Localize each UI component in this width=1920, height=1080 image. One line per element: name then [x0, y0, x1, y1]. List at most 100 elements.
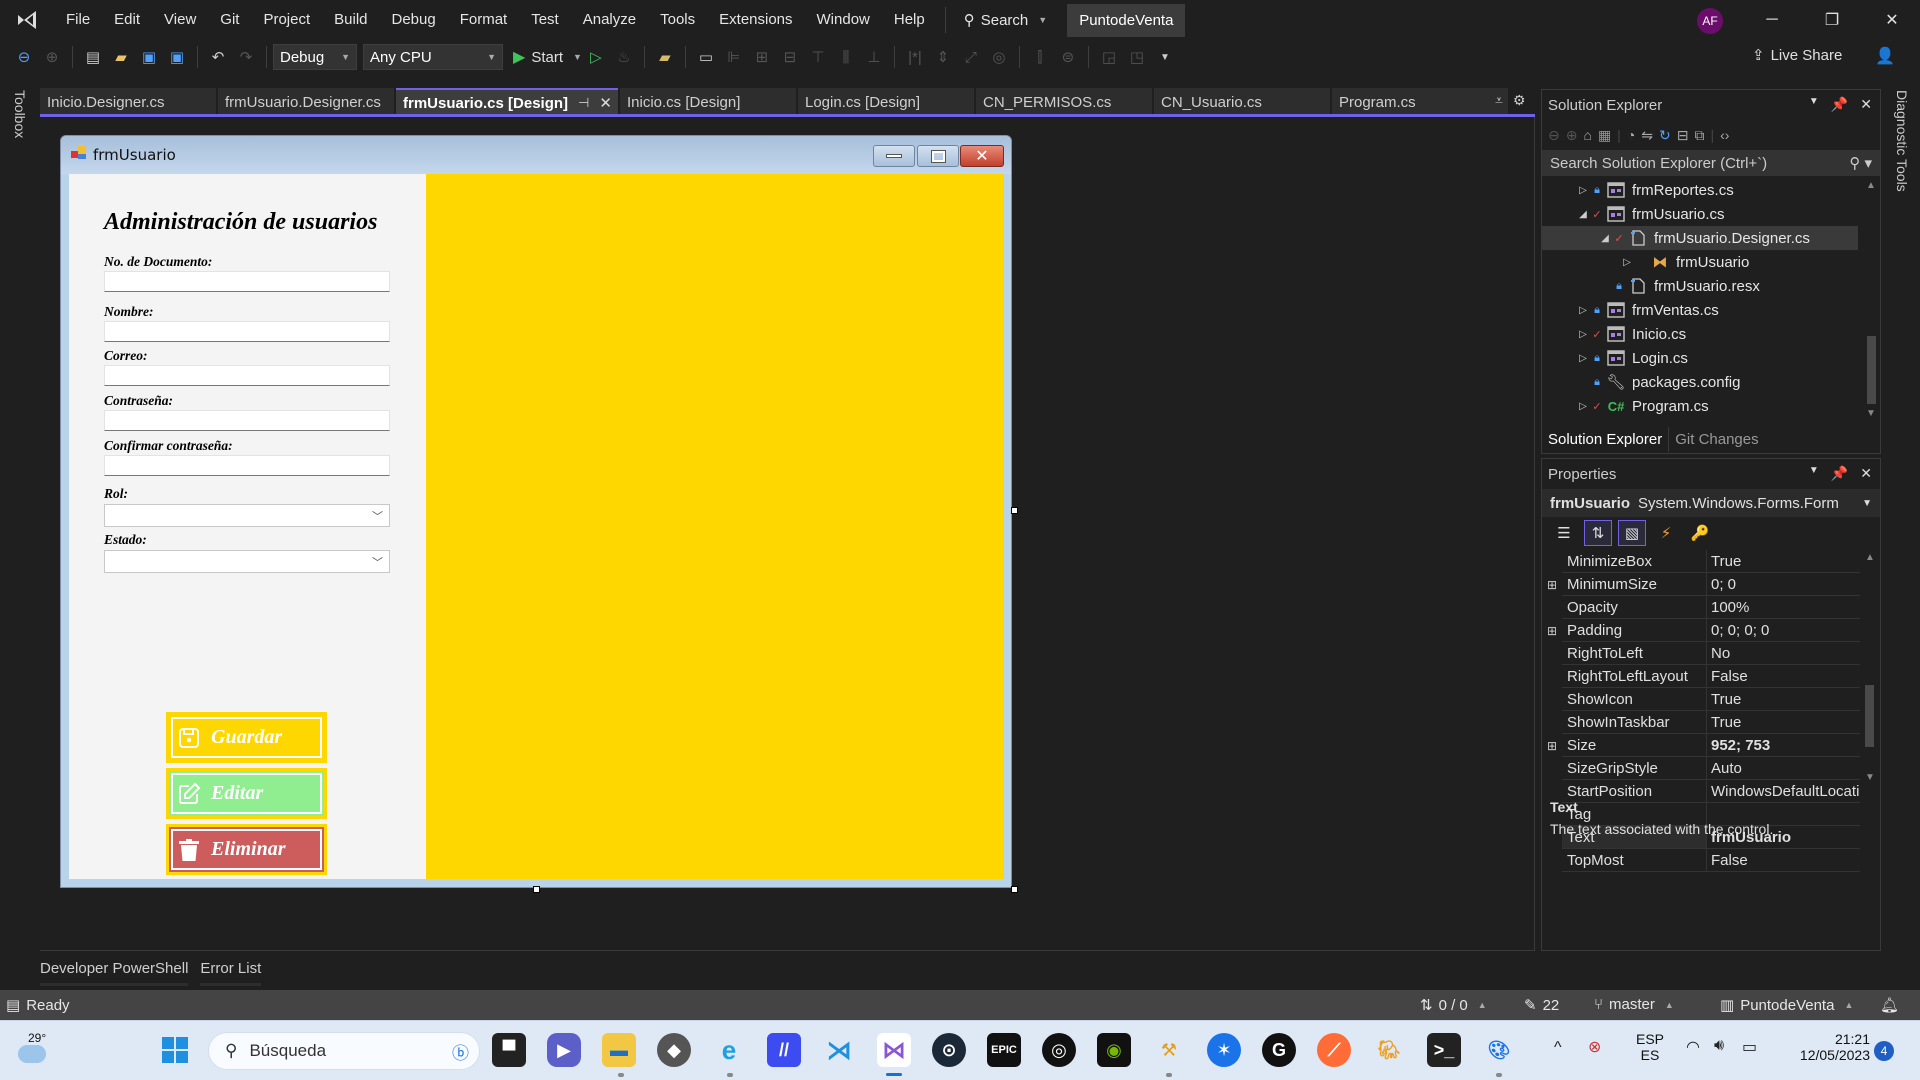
- tab-developer-powershell[interactable]: Developer PowerShell: [40, 956, 189, 986]
- start-windows-icon[interactable]: [158, 1033, 192, 1067]
- align-lefts-icon[interactable]: ⊫: [722, 45, 746, 69]
- vscode-icon[interactable]: ⋊: [822, 1033, 856, 1067]
- steam-icon[interactable]: ⊙: [932, 1033, 966, 1067]
- menu-format[interactable]: Format: [448, 0, 520, 40]
- new-project-icon[interactable]: ▤: [81, 45, 105, 69]
- menu-file[interactable]: File: [54, 0, 102, 40]
- form-close-button[interactable]: ✕: [960, 145, 1004, 167]
- close-icon[interactable]: ✕: [1860, 96, 1872, 113]
- solution-explorer-search-input[interactable]: Search Solution Explorer (Ctrl+`) ⚲ ▾: [1542, 150, 1880, 176]
- size-to-grid-icon[interactable]: ⤢: [959, 45, 983, 69]
- document-tab[interactable]: CN_PERMISOS.cs: [976, 88, 1152, 116]
- window-position-dropdown-icon[interactable]: ▼: [1809, 465, 1819, 482]
- weather-widget[interactable]: 29°: [10, 1031, 50, 1071]
- sync-with-document-icon[interactable]: ⇋: [1641, 127, 1653, 144]
- paint-icon[interactable]: 🎨︎: [1482, 1033, 1516, 1067]
- visual-studio-icon[interactable]: ⋈: [877, 1033, 911, 1067]
- property-row[interactable]: ShowInTaskbar True: [1542, 711, 1860, 734]
- tab-git-changes[interactable]: Git Changes: [1669, 427, 1764, 452]
- property-row[interactable]: ⊞ Padding 0; 0; 0; 0: [1542, 619, 1860, 642]
- align-bottoms-icon[interactable]: ⊥: [862, 45, 886, 69]
- repository-selector[interactable]: ▥ PuntodeVenta ▲: [1720, 996, 1853, 1015]
- menu-extensions[interactable]: Extensions: [707, 0, 804, 40]
- confirmar-contrasena-input[interactable]: [104, 455, 390, 476]
- elephant-app-icon[interactable]: 🐘︎: [1372, 1033, 1406, 1067]
- pin-icon[interactable]: 📌: [1831, 465, 1848, 482]
- menu-view[interactable]: View: [152, 0, 208, 40]
- epic-games-icon[interactable]: EPIC: [987, 1033, 1021, 1067]
- center-vertically-icon[interactable]: ⊜: [1056, 45, 1080, 69]
- edge-browser-icon[interactable]: e: [712, 1033, 746, 1067]
- toolbar-overflow-icon[interactable]: ▼: [1153, 45, 1177, 69]
- tree-item[interactable]: ▷ 🔒︎ frmVentas.cs: [1542, 298, 1858, 322]
- menu-debug[interactable]: Debug: [380, 0, 448, 40]
- window-layout-icon[interactable]: ▭: [694, 45, 718, 69]
- correo-input[interactable]: [104, 365, 390, 386]
- expand-plus-icon[interactable]: ⊞: [1542, 619, 1562, 642]
- close-icon[interactable]: ✕: [1860, 465, 1872, 482]
- alphabetical-icon[interactable]: ⇅: [1584, 520, 1612, 546]
- menu-build[interactable]: Build: [322, 0, 379, 40]
- save-all-icon[interactable]: ▣: [165, 45, 189, 69]
- clock[interactable]: 21:21 12/05/2023: [1790, 1031, 1870, 1063]
- tree-item[interactable]: ▷ ✓ C# Program.cs: [1542, 394, 1858, 418]
- rol-combobox[interactable]: ﹀: [104, 504, 390, 527]
- tree-item[interactable]: ▷ 🔒︎ Login.cs: [1542, 346, 1858, 370]
- property-value[interactable]: 0; 0: [1707, 573, 1860, 596]
- document-tab[interactable]: Inicio.Designer.cs: [40, 88, 216, 116]
- property-row[interactable]: ⊞ Size 952; 753: [1542, 734, 1860, 757]
- contrasena-input[interactable]: [104, 410, 390, 431]
- back-icon[interactable]: ⊖: [1548, 127, 1560, 144]
- configuration-dropdown[interactable]: Debug ▼: [273, 44, 357, 70]
- property-row[interactable]: SizeGripStyle Auto: [1542, 757, 1860, 780]
- affinity-icon[interactable]: //: [767, 1033, 801, 1067]
- no-de-documento-input[interactable]: [104, 271, 390, 292]
- tree-item[interactable]: ▷ 🔒︎ frmReportes.cs: [1542, 178, 1858, 202]
- nombre-input[interactable]: [104, 321, 390, 342]
- open-file-icon[interactable]: ▰: [109, 45, 133, 69]
- eliminar-button[interactable]: Eliminar: [166, 824, 327, 875]
- document-tab[interactable]: frmUsuario.cs [Design] ⊣ ✕: [396, 88, 618, 116]
- tree-scrollbar[interactable]: ▲ ▼: [1864, 176, 1878, 421]
- property-value[interactable]: 0; 0; 0; 0: [1707, 619, 1860, 642]
- estado-combobox[interactable]: ﹀: [104, 550, 390, 573]
- expand-arrow-icon[interactable]: ▷: [1576, 329, 1590, 340]
- file-explorer-icon[interactable]: ▬: [602, 1033, 636, 1067]
- tree-item[interactable]: ◢ ✓ frmUsuario.Designer.cs: [1542, 226, 1858, 250]
- tree-item[interactable]: ▷ ✓ Inicio.cs: [1542, 322, 1858, 346]
- forward-icon[interactable]: ⊕: [40, 45, 64, 69]
- battle-net-icon[interactable]: ✶: [1207, 1033, 1241, 1067]
- git-sync-status[interactable]: ⇅ 0 / 0 ▲: [1420, 996, 1487, 1015]
- document-tab[interactable]: Login.cs [Design]: [798, 88, 974, 116]
- tab-list-dropdown-icon[interactable]: ⩡: [1495, 92, 1503, 109]
- send-to-back-icon[interactable]: ◳: [1125, 45, 1149, 69]
- property-value[interactable]: False: [1707, 849, 1860, 872]
- form-minimize-button[interactable]: [873, 145, 915, 167]
- platform-dropdown[interactable]: Any CPU ▼: [363, 44, 503, 70]
- expand-plus-icon[interactable]: ⊞: [1542, 734, 1562, 757]
- nvidia-icon[interactable]: ◉: [1097, 1033, 1131, 1067]
- account-avatar[interactable]: AF: [1697, 8, 1723, 34]
- live-share-button[interactable]: ⇪ Live Share: [1752, 46, 1842, 65]
- property-row[interactable]: TopMost False: [1542, 849, 1860, 872]
- document-tab[interactable]: CN_Usuario.cs: [1154, 88, 1330, 116]
- unity-hub-icon[interactable]: ◆: [657, 1033, 691, 1067]
- logitech-g-icon[interactable]: G: [1262, 1033, 1296, 1067]
- start-button[interactable]: ▶ Start ▼: [513, 47, 582, 67]
- editar-button[interactable]: Editar: [166, 768, 327, 819]
- undo-icon[interactable]: ↶: [206, 45, 230, 69]
- pin-tab-icon[interactable]: ⊣: [578, 95, 589, 111]
- tab-error-list[interactable]: Error List: [200, 956, 262, 986]
- form-frmusuario[interactable]: frmUsuario ✕ Administración de usuarios …: [60, 135, 1012, 888]
- resize-handle-right[interactable]: [1011, 507, 1018, 514]
- language-indicator[interactable]: ESP ES: [1630, 1031, 1670, 1063]
- branch-selector[interactable]: ⑂ master ▲: [1594, 996, 1674, 1013]
- hot-reload-icon[interactable]: ♨: [612, 45, 636, 69]
- tree-item[interactable]: 🔒︎ frmUsuario.resx: [1542, 274, 1858, 298]
- visual-studio-logo-icon[interactable]: [12, 5, 42, 35]
- menu-test[interactable]: Test: [519, 0, 571, 40]
- solution-name[interactable]: PuntodeVenta: [1067, 3, 1186, 37]
- diagnostic-tools-tab[interactable]: Diagnostic Tools: [1894, 90, 1910, 192]
- tree-item[interactable]: ▷ ⧓ frmUsuario: [1542, 250, 1858, 274]
- show-all-files-icon[interactable]: ⧉: [1694, 127, 1704, 144]
